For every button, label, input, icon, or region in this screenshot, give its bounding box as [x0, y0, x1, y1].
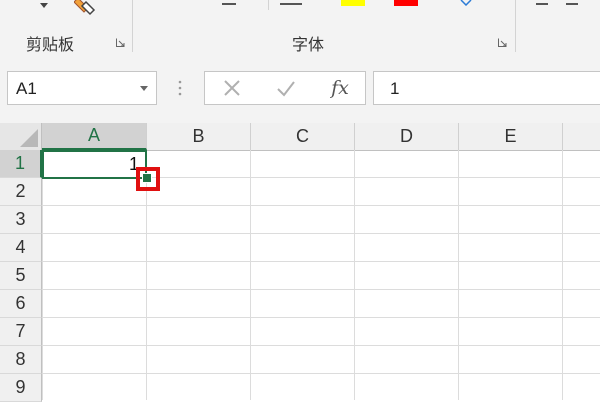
formula-bar-row: A1 fx 1 — [0, 57, 600, 123]
row-header-1[interactable]: 1 — [0, 150, 42, 178]
font-dialog-launcher-icon[interactable] — [498, 38, 507, 47]
row-header-2[interactable]: 2 — [0, 178, 42, 206]
row-header-9[interactable]: 9 — [0, 374, 42, 402]
formula-input[interactable]: 1 — [373, 71, 600, 105]
drag-handle-icon[interactable] — [178, 80, 182, 96]
insert-function-button[interactable]: fx — [313, 72, 367, 104]
select-all-button[interactable] — [0, 123, 42, 150]
row-header-3[interactable]: 3 — [0, 206, 42, 234]
formula-content: 1 — [390, 79, 400, 98]
column-header-c[interactable]: C — [251, 123, 355, 150]
column-header-row: A B C D E — [0, 123, 600, 151]
cell-grid[interactable] — [42, 150, 600, 400]
row-header-5[interactable]: 5 — [0, 262, 42, 290]
fill-handle-annotation-box — [136, 167, 160, 191]
row-header-8[interactable]: 8 — [0, 346, 42, 374]
ribbon-divider — [268, 0, 269, 10]
name-box[interactable]: A1 — [7, 71, 157, 105]
check-icon — [277, 81, 295, 97]
font-color-swatch[interactable] — [394, 0, 418, 6]
column-header-e[interactable]: E — [459, 123, 563, 150]
select-all-triangle-icon — [20, 129, 38, 147]
underline-icon[interactable] — [280, 3, 302, 5]
dropdown-arrow-icon[interactable] — [40, 3, 48, 9]
formula-buttons: fx — [204, 71, 366, 105]
font-group-label: 字体 — [292, 35, 325, 54]
clipboard-group-label: 剪贴板 — [26, 35, 75, 54]
column-header-b[interactable]: B — [147, 123, 251, 150]
format-painter-icon[interactable] — [74, 0, 98, 18]
clipboard-dialog-launcher-icon[interactable] — [116, 38, 125, 47]
name-box-value: A1 — [16, 79, 37, 98]
column-header-d[interactable]: D — [355, 123, 459, 150]
align-icon[interactable] — [566, 3, 578, 5]
chevron-down-icon[interactable] — [140, 86, 148, 91]
align-icon[interactable] — [536, 3, 548, 5]
cancel-button[interactable] — [205, 72, 259, 104]
row-header-4[interactable]: 4 — [0, 234, 42, 262]
x-icon — [224, 80, 240, 96]
ribbon: 剪贴板 字体 — [0, 0, 600, 58]
fx-label: fx — [331, 77, 349, 99]
phonetic-icon[interactable] — [460, 0, 472, 6]
row-header-7[interactable]: 7 — [0, 318, 42, 346]
active-cell-a1[interactable]: 1 — [42, 150, 147, 179]
highlight-color-swatch[interactable] — [341, 0, 365, 6]
row-header-6[interactable]: 6 — [0, 290, 42, 318]
enter-button[interactable] — [259, 72, 313, 104]
ribbon-group-separator — [515, 0, 516, 52]
column-header-a[interactable]: A — [42, 123, 147, 150]
border-icon[interactable] — [222, 3, 236, 5]
ribbon-group-separator — [132, 0, 133, 52]
